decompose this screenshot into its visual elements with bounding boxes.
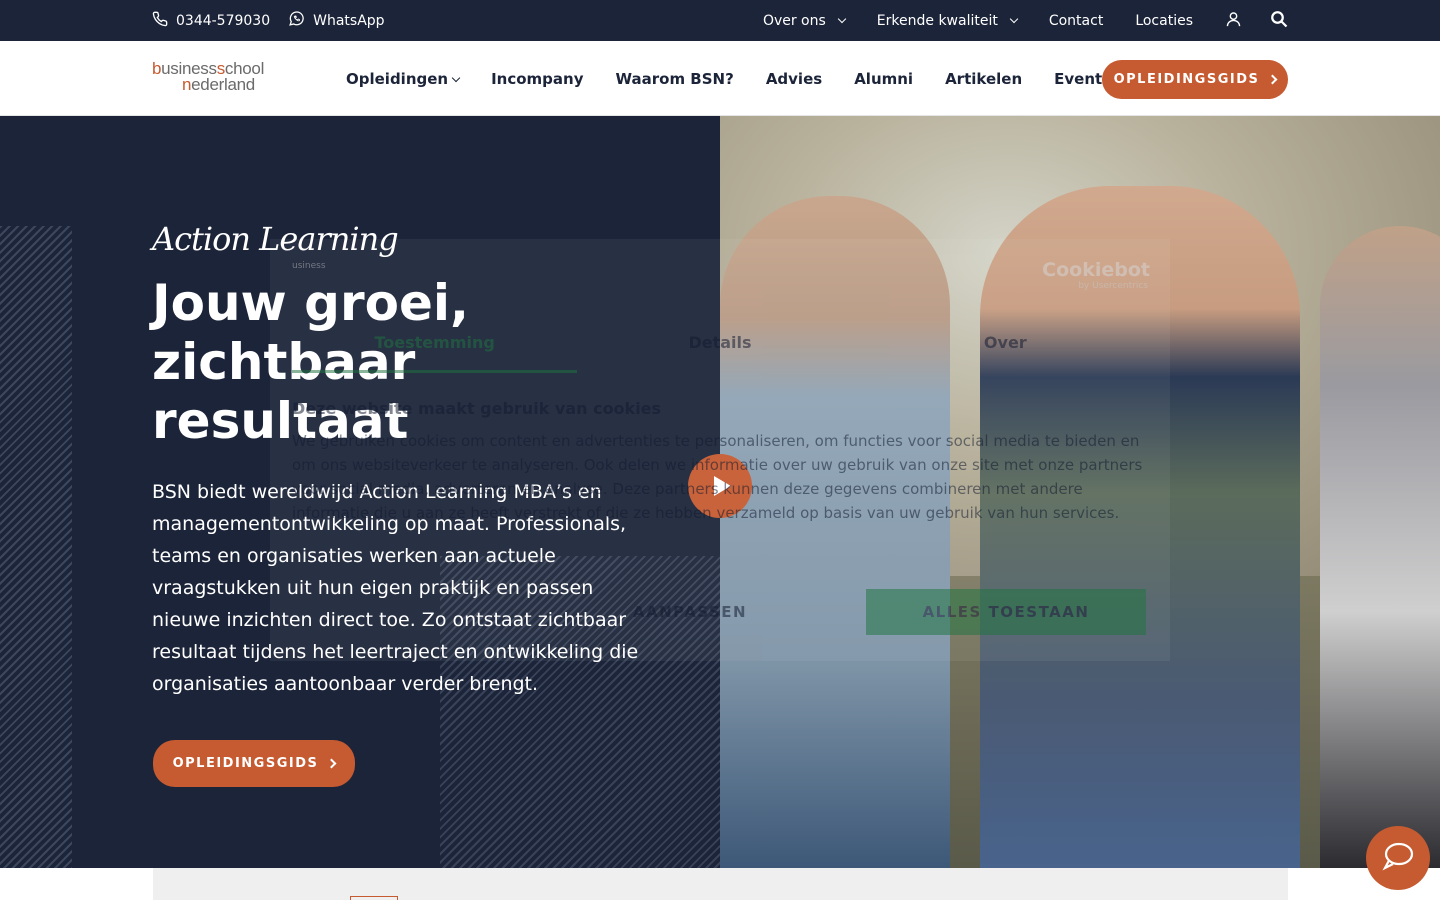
nav-erkende-kwaliteit[interactable]: Erkende kwaliteit: [876, 12, 1019, 29]
mini-logo-text: usiness: [292, 261, 326, 271]
cookie-tabs: Toestemming Details Over: [292, 331, 1148, 373]
nav-opleidingen[interactable]: Opleidingen: [346, 69, 461, 88]
card-tag-outline: [350, 896, 398, 900]
nav-advies[interactable]: Advies: [766, 70, 822, 88]
chat-button[interactable]: [1366, 826, 1430, 890]
whatsapp-link[interactable]: WhatsApp: [288, 10, 385, 31]
logo-line-2: nederland: [152, 75, 264, 94]
user-icon: [1225, 10, 1242, 32]
nav-contact-label: Contact: [1048, 12, 1104, 29]
user-button[interactable]: [1225, 10, 1242, 32]
content-card: [153, 868, 1288, 900]
logo-text-ederland: ederland: [191, 75, 255, 94]
chevron-right-icon: [1267, 74, 1278, 85]
phone-icon: [152, 11, 168, 31]
photo-person: [1320, 226, 1440, 868]
nav-waarom-bsn[interactable]: Waarom BSN?: [616, 70, 734, 88]
top-utility-bar: 0344-579030 WhatsApp Over ons Erkende kw…: [0, 0, 1440, 41]
cookie-title: Deze website maakt gebruik van cookies: [292, 399, 662, 418]
opleidingsgids-hero-label: OPLEIDINGSGIDS: [172, 756, 319, 771]
opleidingsgids-header-label: OPLEIDINGSGIDS: [1113, 72, 1260, 87]
tab-details[interactable]: Details: [577, 331, 862, 373]
site-logo[interactable]: businessschool nederland: [152, 59, 264, 97]
tab-over[interactable]: Over: [863, 331, 1148, 373]
decorative-stripes: [0, 226, 72, 868]
nav-alumni[interactable]: Alumni: [854, 70, 913, 88]
nav-over-ons[interactable]: Over ons: [762, 12, 847, 29]
cookie-allow-all-button[interactable]: ALLES TOESTAAN: [866, 589, 1146, 635]
logo-letter-n: n: [182, 75, 192, 94]
chat-icon: [1382, 841, 1414, 875]
phone-number: 0344-579030: [176, 12, 271, 29]
nav-artikelen[interactable]: Artikelen: [945, 70, 1022, 88]
whatsapp-icon: [288, 10, 305, 31]
main-nav: Opleidingen Incompany Waarom BSN? Advies…: [346, 41, 1111, 116]
phone-link[interactable]: 0344-579030: [152, 11, 270, 31]
cookiebot-logo: Cookiebot: [1042, 259, 1150, 281]
chevron-down-icon: [1009, 14, 1019, 24]
contact-links: 0344-579030 WhatsApp: [152, 0, 385, 41]
nav-locaties[interactable]: Locaties: [1135, 13, 1193, 29]
site-logo-small: usiness: [292, 261, 326, 271]
opleidingsgids-header-button[interactable]: OPLEIDINGSGIDS: [1102, 60, 1288, 99]
cookie-consent-dialog: usiness Cookiebot by Usercentrics Toeste…: [270, 239, 1170, 661]
chevron-down-icon: [837, 14, 847, 24]
whatsapp-label: WhatsApp: [313, 12, 385, 29]
nav-erkende-kwaliteit-label: Erkende kwaliteit: [876, 12, 998, 29]
chevron-down-icon: [451, 73, 461, 82]
utility-nav: Over ons Erkende kwaliteit Contact Locat…: [763, 0, 1288, 41]
nav-contact[interactable]: Contact: [1049, 13, 1103, 29]
nav-incompany[interactable]: Incompany: [491, 70, 583, 88]
chevron-right-icon: [326, 758, 337, 769]
nav-locaties-label: Locaties: [1135, 12, 1193, 29]
nav-over-ons-label: Over ons: [762, 12, 826, 29]
cookie-body: We gebruiken cookies om content en adver…: [292, 432, 1143, 522]
cookie-customize-button[interactable]: AANPASSEN: [610, 589, 770, 635]
logo-letter-b: b: [152, 59, 162, 78]
tab-toestemming[interactable]: Toestemming: [292, 331, 578, 373]
nav-opleidingen-label: Opleidingen: [346, 69, 449, 88]
main-header: businessschool nederland Opleidingen Inc…: [0, 41, 1440, 116]
opleidingsgids-hero-button[interactable]: OPLEIDINGSGIDS: [153, 740, 355, 787]
search-button[interactable]: [1270, 10, 1288, 32]
search-icon: [1270, 10, 1288, 32]
cookiebot-sub: by Usercentrics: [1078, 281, 1148, 291]
